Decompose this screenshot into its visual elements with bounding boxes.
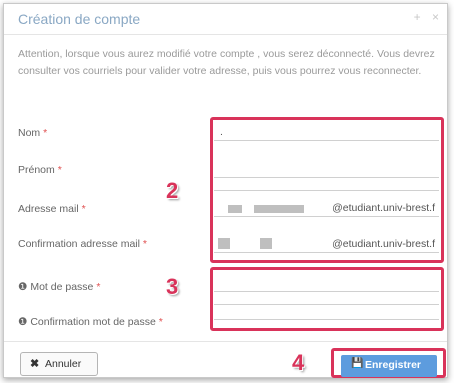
close-icon: ✖ [30,358,40,370]
info-icon: ❶ [18,281,28,293]
header-controls: + × [406,10,439,24]
password-confirm-label: ❶ Confirmation mot de passe * [18,316,163,328]
email-label: Adresse mail * [18,203,86,215]
close-icon[interactable]: × [432,10,439,24]
password-label-text: Mot de passe [30,281,94,293]
required-mark: * [158,316,163,328]
nom-label: Nom * [18,127,47,139]
annotation-box-identity [210,117,444,263]
cancel-button-label: Annuler [45,358,82,370]
prenom-label-text: Prénom [18,164,55,176]
dialog-title: Création de compte [18,11,141,27]
required-mark: * [96,281,101,293]
annotation-box-password [210,267,444,331]
email-confirm-label: Confirmation adresse mail * [18,238,147,250]
password-confirm-label-text: Confirmation mot de passe [30,316,156,328]
password-label: ❶ Mot de passe * [18,281,100,293]
required-mark: * [142,238,147,250]
dialog-header: Création de compte + × [4,4,447,35]
email-label-text: Adresse mail [18,203,79,215]
account-creation-dialog: Création de compte + × Attention, lorsqu… [3,3,448,378]
floppy-disk-icon: 💾 [351,358,364,369]
annotation-number-2: 2 [166,178,179,203]
annotation-number-4: 4 [292,350,305,375]
cancel-button[interactable]: ✖ Annuler [20,352,98,376]
expand-icon[interactable]: + [414,10,421,24]
save-button[interactable]: 💾 Enregistrer [341,355,437,377]
prenom-label: Prénom * [18,164,62,176]
required-mark: * [81,203,86,215]
save-button-label: Enregistrer [365,359,422,371]
nom-label-text: Nom [18,127,41,139]
email-confirm-label-text: Confirmation adresse mail [18,238,140,250]
required-mark: * [57,164,62,176]
footer-divider [4,341,447,342]
annotation-number-3: 3 [166,274,179,299]
info-icon: ❶ [18,316,28,328]
disconnect-notice: Attention, lorsque vous aurez modifié vo… [18,48,435,77]
required-mark: * [43,127,48,139]
